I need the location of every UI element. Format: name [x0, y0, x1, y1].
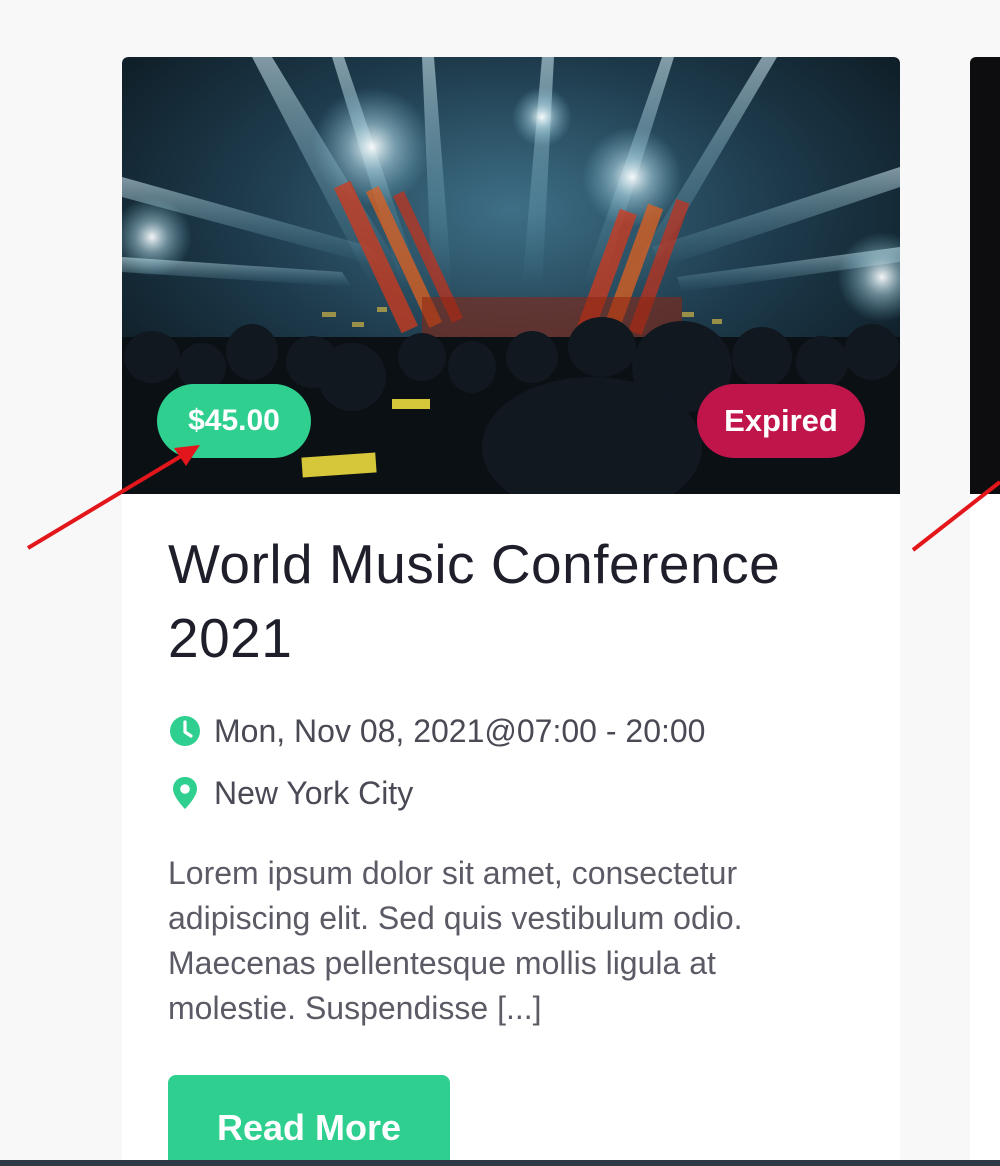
event-location: New York City	[168, 773, 413, 813]
price-badge: $45.00	[157, 384, 311, 458]
event-datetime: Mon, Nov 08, 2021@07:00 - 20:00	[168, 711, 705, 751]
next-event-card-image[interactable]	[970, 57, 1000, 494]
event-card: $45.00 Expired World Music Conference 20…	[122, 57, 900, 1166]
page: $45.00 Expired World Music Conference 20…	[0, 0, 1000, 1166]
next-event-card	[970, 494, 1000, 1166]
read-more-button[interactable]: Read More	[168, 1075, 450, 1166]
event-title[interactable]: World Music Conference 2021	[168, 527, 868, 675]
event-image[interactable]: $45.00 Expired	[122, 57, 900, 494]
map-pin-icon	[168, 776, 202, 810]
event-datetime-text: Mon, Nov 08, 2021@07:00 - 20:00	[214, 712, 706, 749]
event-excerpt: Lorem ipsum dolor sit amet, consectetur …	[168, 855, 743, 1026]
bottom-edge	[0, 1160, 1000, 1166]
expired-badge: Expired	[697, 384, 865, 458]
event-location-text: New York City	[214, 774, 414, 811]
clock-icon	[168, 714, 202, 748]
